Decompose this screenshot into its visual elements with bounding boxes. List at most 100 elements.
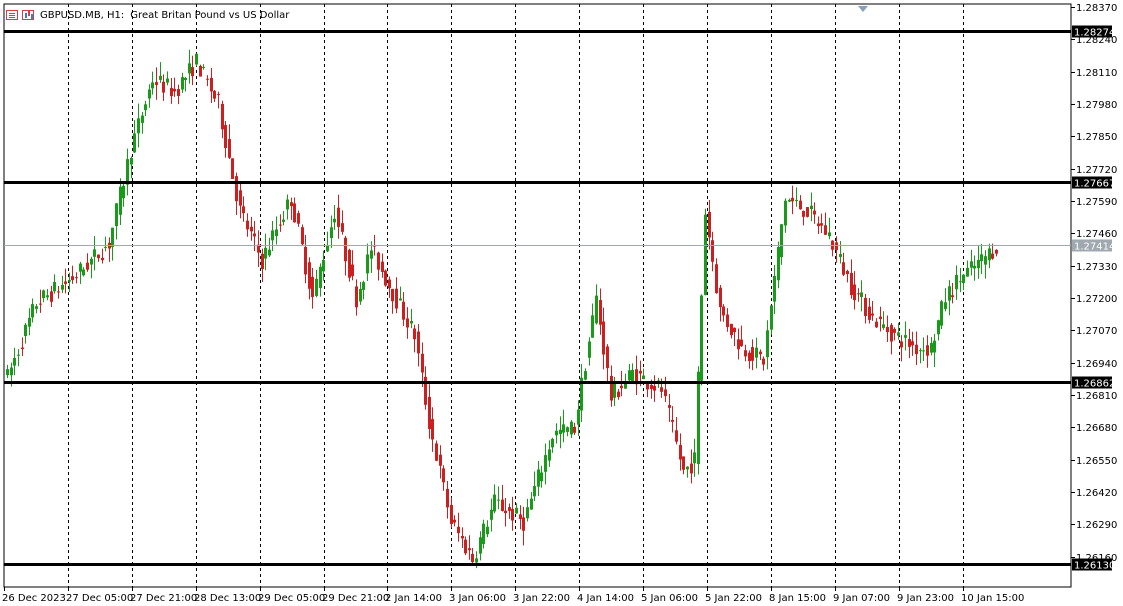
candle-bear (813, 210, 816, 215)
candle-bear (908, 339, 911, 347)
x-tick-label: 27 Dec 21:00 (130, 593, 197, 604)
x-tick-label: 8 Jan 15:00 (769, 593, 826, 604)
candle-bull (359, 289, 362, 302)
candle-bear (457, 526, 460, 534)
candle-bear (406, 318, 409, 328)
candle-bear (253, 233, 256, 237)
candle-bull (159, 75, 162, 80)
candle-bear (162, 81, 165, 93)
candle-bull (326, 245, 329, 252)
candle-bear (50, 291, 53, 302)
candle-bull (537, 469, 540, 487)
candle-bull (780, 224, 783, 258)
candle-bear (217, 93, 220, 95)
candle-bull (966, 267, 969, 277)
candle-bull (533, 486, 536, 497)
y-tick-label: 1.27070 (1076, 326, 1117, 337)
candle-bull (766, 330, 769, 358)
candle-bull (595, 295, 598, 324)
candle-bear (850, 272, 853, 296)
candle-bear (951, 295, 954, 298)
candle-bear (388, 279, 391, 289)
candle-bull (188, 63, 191, 74)
candle-bear (846, 271, 849, 274)
candle-bull (31, 304, 34, 318)
candle-bear (435, 443, 438, 461)
candle-bull (370, 250, 373, 259)
candle-bear (311, 276, 314, 297)
y-tick-label: 1.28110 (1076, 68, 1117, 79)
candle-bull (122, 185, 125, 199)
candle-bear (86, 262, 89, 270)
candle-bear (173, 88, 176, 92)
candle-bear (308, 262, 311, 289)
candle-bear (842, 262, 845, 275)
candle-bull (271, 230, 274, 241)
candle-bear (177, 89, 180, 97)
candle-bear (468, 548, 471, 551)
candle-bull (788, 199, 791, 202)
candle-bear (377, 252, 380, 270)
candle-bull (828, 232, 831, 237)
candle-bear (991, 253, 994, 259)
candle-bear (820, 223, 823, 226)
candle-bull (282, 219, 285, 222)
scroll-marker-icon[interactable] (858, 6, 868, 12)
x-tick-label: 9 Jan 07:00 (833, 593, 890, 604)
candle-bear (471, 553, 474, 563)
candle-bull (330, 227, 333, 239)
candle-bull (904, 335, 907, 338)
x-tick-label: 27 Dec 05:00 (66, 593, 133, 604)
y-tick-label: 1.28370 (1076, 3, 1117, 14)
chart-type-icon[interactable] (22, 10, 34, 20)
x-tick-label: 10 Jan 15:00 (961, 593, 1024, 604)
y-tick-label: 1.27720 (1076, 165, 1117, 176)
candle-bull (497, 499, 500, 501)
candle-bull (686, 466, 689, 470)
price-chart[interactable]: 1.282741.276671.268621.26130 1.283701.28… (0, 0, 1123, 606)
x-tick-label: 26 Dec 2023 (2, 593, 66, 604)
candle-bull (119, 186, 122, 215)
candle-bear (511, 509, 514, 521)
y-tick-label: 1.27980 (1076, 100, 1117, 111)
candle-bear (682, 456, 685, 470)
symbol-timeframe: GBPUSD.MB, H1: (40, 9, 125, 21)
candle-bear (191, 67, 194, 77)
candle-bull (897, 332, 900, 336)
candle-bear (639, 370, 642, 374)
candle-bull (366, 254, 369, 274)
candle-bull (613, 383, 616, 398)
candle-bear (864, 297, 867, 316)
candle-bear (228, 139, 231, 158)
candle-bear (64, 281, 67, 284)
candle-bull (268, 249, 271, 256)
candle-bear (817, 223, 820, 227)
candle-bear (824, 225, 827, 235)
candle-bull (704, 214, 707, 296)
candle-bull (515, 507, 518, 514)
x-tick-label: 5 Jan 06:00 (641, 593, 698, 604)
candle-bear (428, 396, 431, 429)
candle-bull (697, 371, 700, 464)
candle-bear (995, 249, 998, 254)
candle-bull (937, 320, 940, 335)
candle-bull (940, 301, 943, 326)
x-tick-label: 28 Dec 13:00 (194, 593, 261, 604)
candle-bear (21, 347, 24, 350)
list-icon[interactable] (6, 10, 18, 20)
candle-bear (293, 203, 296, 223)
candle-bear (170, 87, 173, 97)
candle-bull (46, 295, 49, 298)
candle-bull (17, 354, 20, 356)
candle-bear (711, 240, 714, 262)
candle-bull (562, 424, 565, 433)
candle-bull (930, 343, 933, 353)
candle-bull (13, 358, 16, 366)
candle-bull (130, 158, 133, 165)
candle-bear (722, 306, 725, 316)
candle-bear (413, 328, 416, 340)
candle-bear (606, 346, 609, 369)
candle-bear (620, 385, 623, 389)
candle-bear (806, 207, 809, 217)
candle-bull (795, 199, 798, 201)
